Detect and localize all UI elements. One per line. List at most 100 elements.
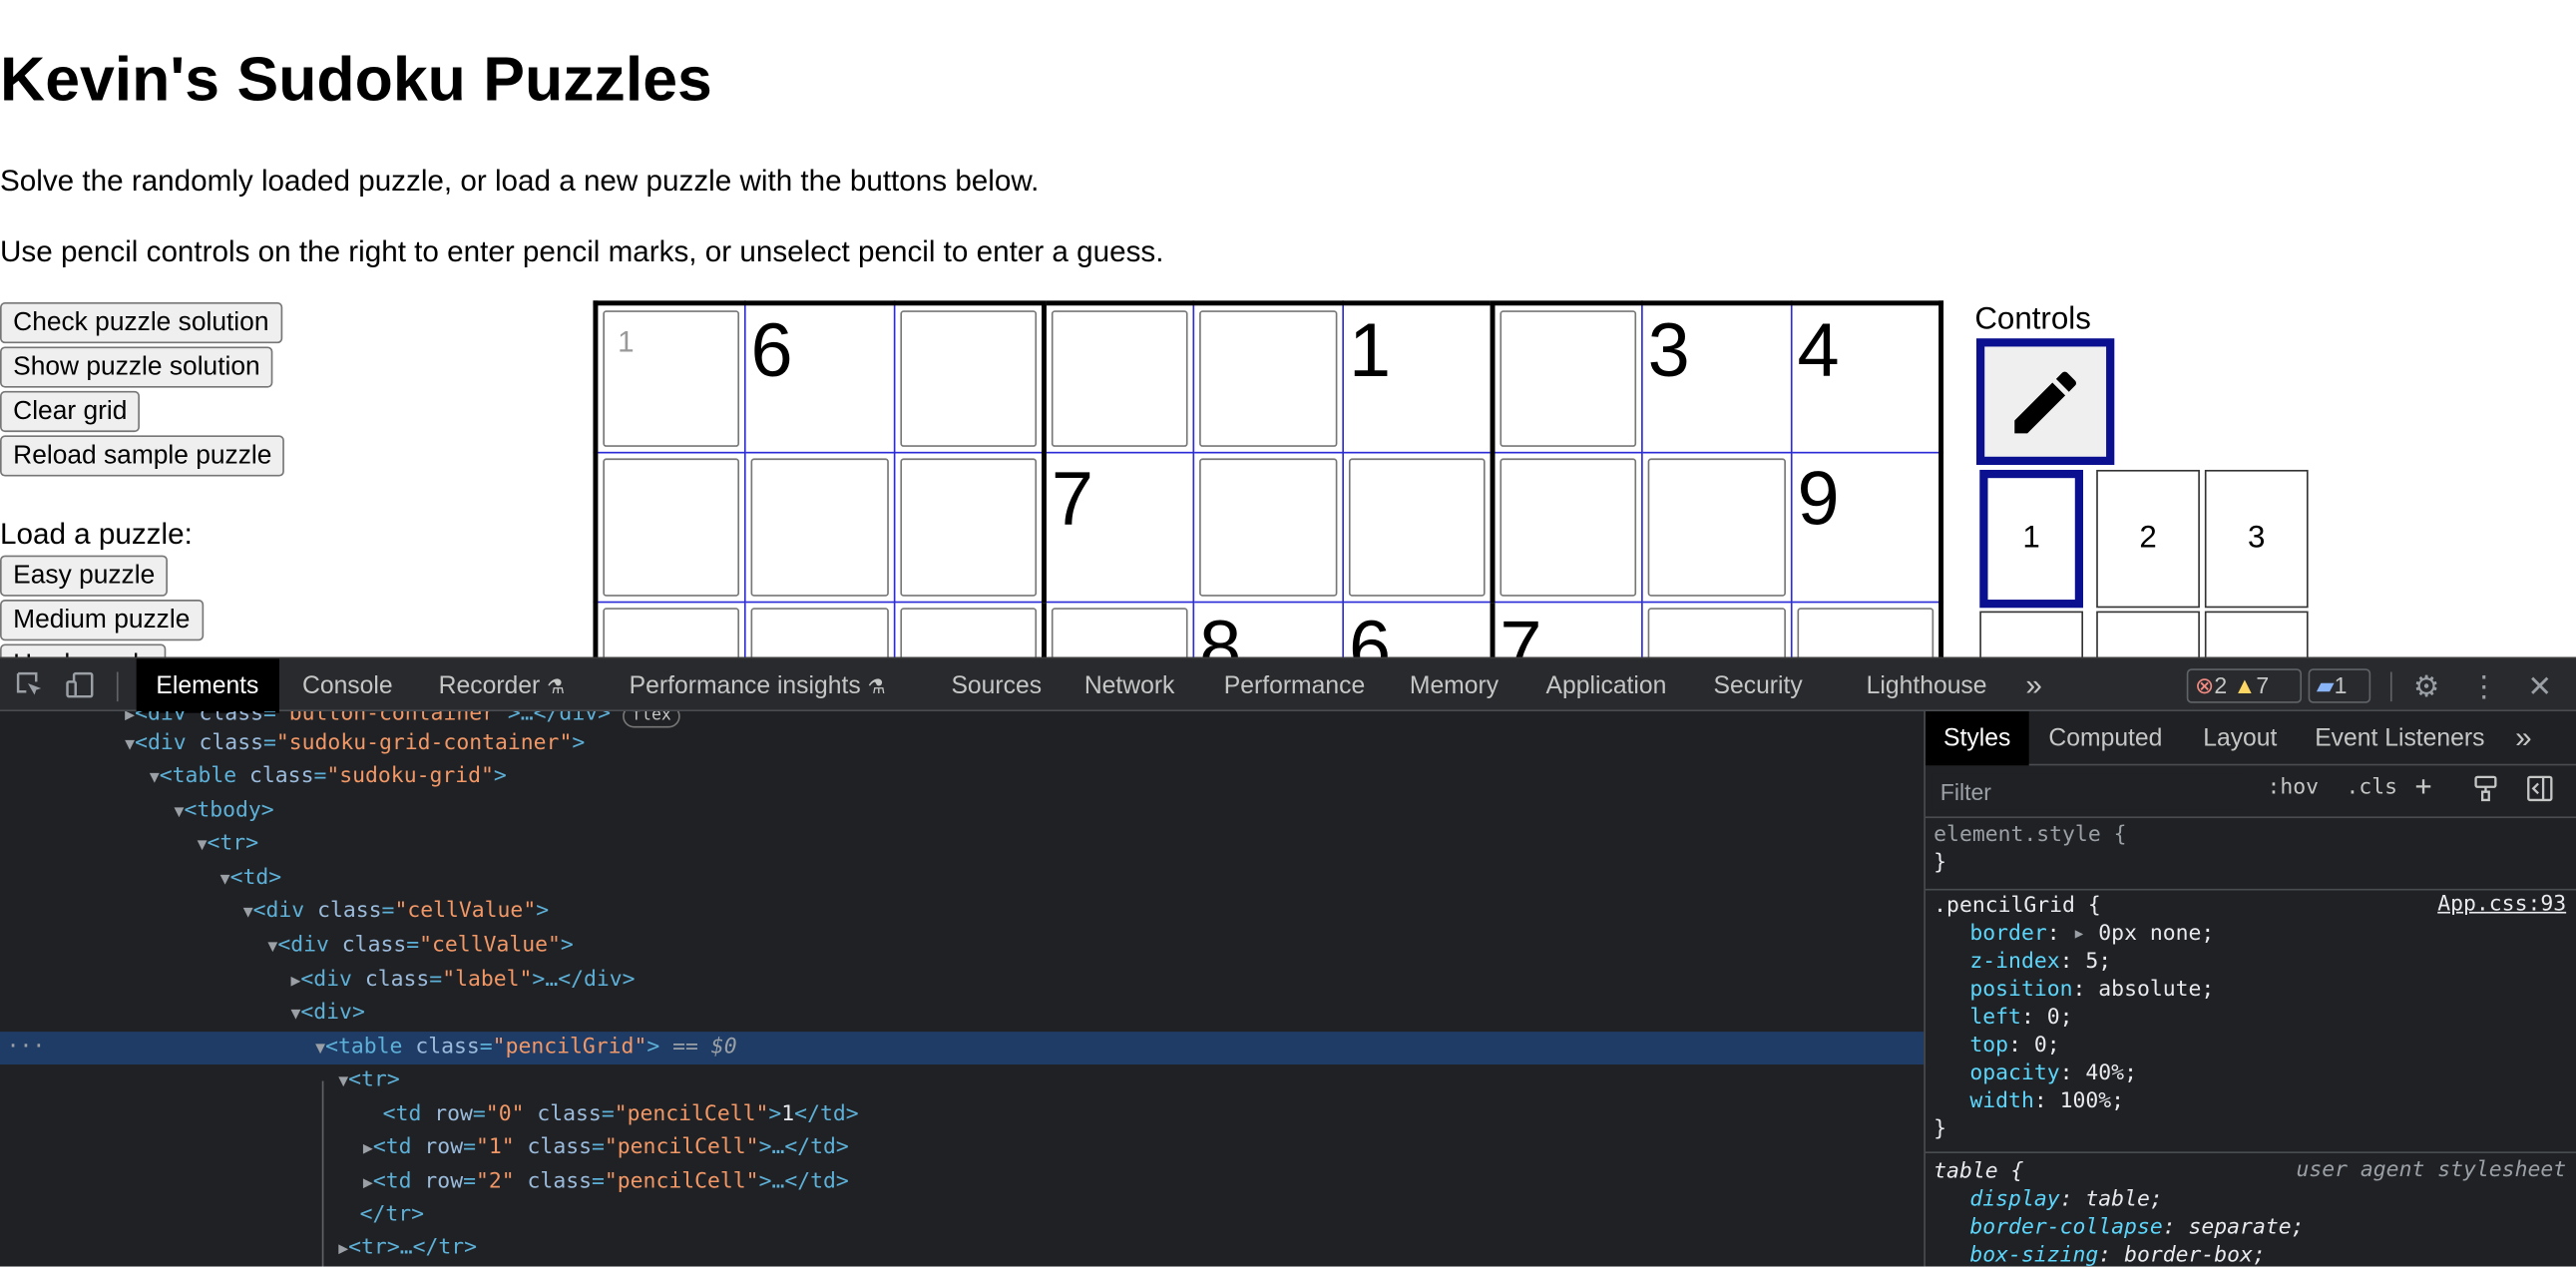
css-declaration[interactable]: top: 0; bbox=[1969, 1032, 2059, 1059]
medium-puzzle-button[interactable]: Medium puzzle bbox=[0, 600, 204, 641]
tab-layout[interactable]: Layout bbox=[2203, 711, 2277, 765]
dom-node-label[interactable]: ▶<div class="label">…</div> bbox=[0, 965, 1924, 998]
css-declaration[interactable]: display: table; bbox=[1969, 1186, 2162, 1214]
new-rule-plus-icon[interactable]: + bbox=[2415, 770, 2432, 803]
tab-elements[interactable]: Elements bbox=[136, 658, 279, 713]
sudoku-cell[interactable] bbox=[1342, 451, 1496, 604]
sudoku-cell[interactable] bbox=[743, 601, 896, 657]
cell-input[interactable] bbox=[1348, 458, 1486, 597]
close-icon[interactable]: ✕ bbox=[2523, 670, 2556, 703]
sudoku-cell[interactable] bbox=[1043, 301, 1195, 454]
cell-input[interactable] bbox=[1199, 310, 1338, 447]
cell-input[interactable] bbox=[900, 310, 1038, 447]
dom-node-sudoku-grid[interactable]: ▼<table class="sudoku-grid"> bbox=[0, 760, 1924, 793]
cell-input[interactable] bbox=[1051, 608, 1188, 657]
cell-input[interactable] bbox=[900, 458, 1038, 597]
cell-input[interactable] bbox=[750, 608, 889, 657]
dom-node-tr[interactable]: ▼<tr> bbox=[0, 828, 1924, 861]
tab-styles[interactable]: Styles bbox=[1925, 711, 2029, 766]
cls-toggle[interactable]: .cls bbox=[2346, 775, 2397, 800]
sudoku-cell[interactable] bbox=[1790, 601, 1942, 657]
number-button-3[interactable]: 3 bbox=[2204, 469, 2309, 609]
dom-node-grid-container[interactable]: ▼<div class="sudoku-grid-container"> bbox=[0, 727, 1924, 760]
sudoku-cell[interactable] bbox=[1192, 451, 1345, 604]
dom-node-pencilcell-2[interactable]: ▶<td row="2" class="pencilCell">…</td> bbox=[0, 1166, 1924, 1199]
check-solution-button[interactable]: Check puzzle solution bbox=[0, 301, 282, 344]
sudoku-cell[interactable] bbox=[743, 451, 896, 604]
tab-computed[interactable]: Computed bbox=[2048, 711, 2162, 765]
sudoku-cell[interactable] bbox=[893, 601, 1047, 657]
dom-node-div[interactable]: ▼<div> bbox=[0, 998, 1924, 1031]
tab-lighthouse[interactable]: Lighthouse bbox=[1867, 658, 1987, 712]
tab-event-listeners[interactable]: Event Listeners bbox=[2315, 711, 2484, 765]
tab-network[interactable]: Network bbox=[1084, 658, 1175, 712]
settings-gear-icon[interactable]: ⚙ bbox=[2410, 670, 2443, 703]
sudoku-cell[interactable] bbox=[893, 451, 1047, 604]
tab-sources[interactable]: Sources bbox=[951, 658, 1042, 712]
expand-shorthand-icon[interactable]: ▸ bbox=[2073, 922, 2099, 947]
more-panes-chevron-icon[interactable]: » bbox=[2515, 711, 2531, 765]
sudoku-cell[interactable] bbox=[595, 451, 746, 604]
cell-input[interactable] bbox=[1500, 310, 1637, 447]
more-tabs-chevron-icon[interactable]: » bbox=[2025, 658, 2041, 712]
easy-puzzle-button[interactable]: Easy puzzle bbox=[0, 555, 169, 597]
element-style-rule[interactable]: element.style { bbox=[1933, 821, 2126, 849]
cell-input[interactable] bbox=[1199, 458, 1338, 597]
cell-input[interactable] bbox=[750, 458, 889, 597]
more-options-icon[interactable]: ⋮ bbox=[2467, 670, 2500, 703]
cell-input[interactable] bbox=[603, 458, 740, 597]
show-solution-button[interactable]: Show puzzle solution bbox=[0, 346, 273, 388]
tab-performance[interactable]: Performance bbox=[1224, 658, 1365, 712]
messages-counter[interactable]: ▰1 bbox=[2308, 668, 2371, 703]
node-actions-ellipsis-icon[interactable]: ··· bbox=[7, 1032, 46, 1064]
toggle-sidebar-icon[interactable] bbox=[2527, 775, 2553, 808]
paint-brush-icon[interactable] bbox=[2472, 775, 2498, 808]
dom-node-cellvalue-outer[interactable]: ▼<div class="cellValue"> bbox=[0, 895, 1924, 928]
tab-console[interactable]: Console bbox=[302, 658, 393, 712]
table-rule-selector[interactable]: table { bbox=[1933, 1158, 2023, 1186]
css-declaration[interactable]: border-collapse: separate; bbox=[1969, 1214, 2304, 1242]
sudoku-cell[interactable]: 1 bbox=[595, 301, 746, 454]
reload-sample-button[interactable]: Reload sample puzzle bbox=[0, 435, 285, 477]
clear-grid-button[interactable]: Clear grid bbox=[0, 390, 141, 433]
pencilgrid-rule-selector[interactable]: .pencilGrid { bbox=[1933, 892, 2101, 920]
cell-input[interactable] bbox=[1797, 608, 1934, 657]
pencil-toggle-button[interactable] bbox=[1975, 338, 2115, 466]
issues-counter[interactable]: ⊗2 ▲7 bbox=[2186, 668, 2303, 703]
css-declaration[interactable]: border: ▸ 0px none; bbox=[1969, 920, 2214, 948]
cell-input[interactable]: 1 bbox=[603, 310, 740, 447]
cell-input[interactable] bbox=[1647, 458, 1786, 597]
tab-application[interactable]: Application bbox=[1546, 658, 1667, 712]
sudoku-cell[interactable] bbox=[1492, 301, 1643, 454]
number-button-6[interactable] bbox=[2204, 611, 2309, 657]
sudoku-cell[interactable] bbox=[1641, 451, 1793, 604]
sudoku-cell[interactable] bbox=[1641, 601, 1793, 657]
dom-node-pencilgrid-selected[interactable]: ▼<table class="pencilGrid"> == $0 bbox=[0, 1032, 1925, 1065]
dom-node-pencil-tr[interactable]: ▼<tr> bbox=[0, 1064, 1924, 1097]
hov-toggle[interactable]: :hov bbox=[2267, 775, 2319, 800]
tab-memory[interactable]: Memory bbox=[1410, 658, 1499, 712]
styles-filter-input[interactable]: Filter bbox=[1932, 773, 2245, 810]
number-button-1[interactable]: 1 bbox=[1979, 469, 2084, 609]
tab-security[interactable]: Security bbox=[1714, 658, 1803, 712]
dom-node-tbody[interactable]: ▼<tbody> bbox=[0, 795, 1924, 828]
app-css-source-link[interactable]: App.css:93 bbox=[2437, 892, 2566, 917]
number-button-2[interactable]: 2 bbox=[2096, 469, 2200, 609]
css-declaration[interactable]: box-sizing: border-box; bbox=[1969, 1242, 2265, 1267]
cell-input[interactable] bbox=[1500, 458, 1637, 597]
tab-performance-insights[interactable]: Performance insights ⚗ bbox=[630, 658, 886, 712]
flex-badge[interactable]: flex bbox=[623, 711, 680, 728]
cell-input[interactable] bbox=[900, 608, 1038, 657]
tab-recorder[interactable]: Recorder ⚗ bbox=[439, 658, 565, 712]
dom-node-pencilcell-1[interactable]: ▶<td row="1" class="pencilCell">…</td> bbox=[0, 1132, 1924, 1165]
cell-input[interactable] bbox=[1051, 310, 1188, 447]
sudoku-cell[interactable] bbox=[1492, 451, 1643, 604]
sudoku-cell[interactable] bbox=[595, 601, 746, 657]
css-declaration[interactable]: opacity: 40%; bbox=[1969, 1059, 2137, 1087]
cell-input[interactable] bbox=[1647, 608, 1786, 657]
css-declaration[interactable]: width: 100%; bbox=[1969, 1087, 2124, 1115]
css-declaration[interactable]: left: 0; bbox=[1969, 1004, 2072, 1032]
css-declaration[interactable]: z-index: 5; bbox=[1969, 948, 2111, 976]
dom-node-pencilcell-0[interactable]: <td row="0" class="pencilCell">1</td> bbox=[0, 1099, 1924, 1132]
dom-node-cellvalue-inner[interactable]: ▼<div class="cellValue"> bbox=[0, 930, 1924, 963]
